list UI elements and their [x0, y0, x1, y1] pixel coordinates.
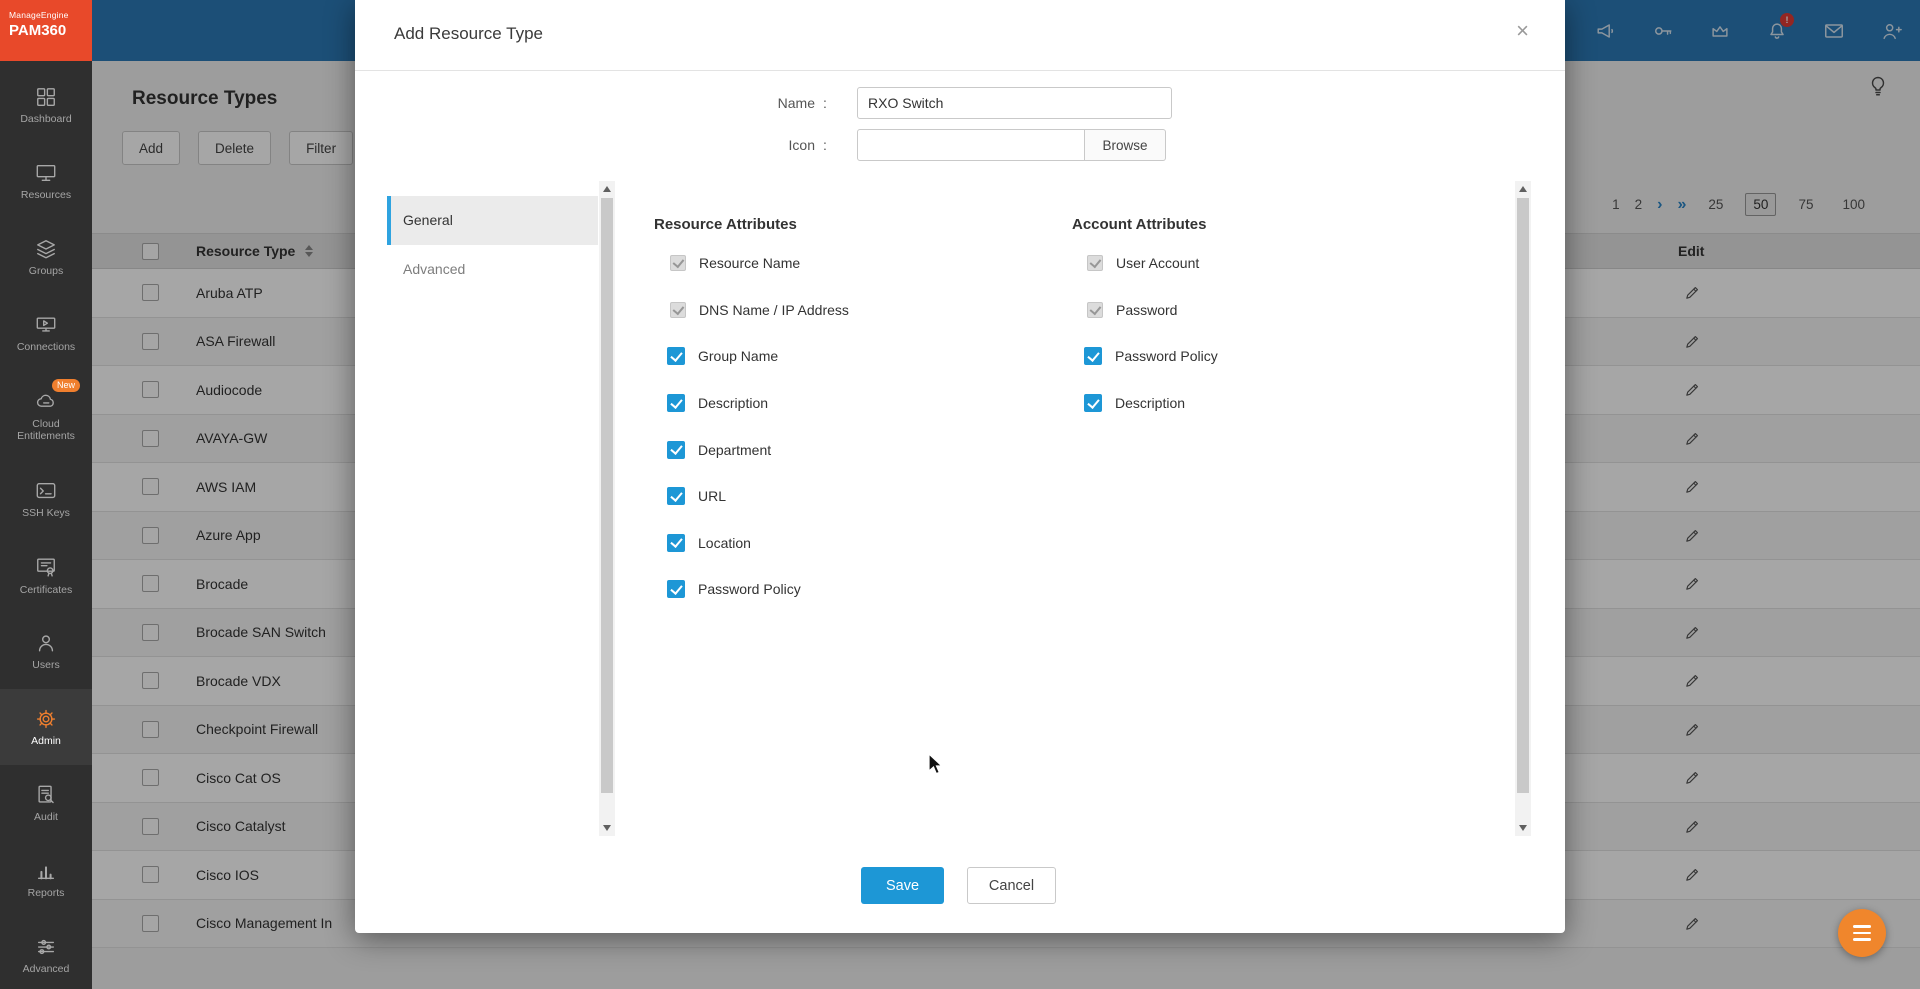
- chat-menu-fab[interactable]: [1838, 909, 1886, 957]
- close-icon[interactable]: ×: [1516, 20, 1529, 42]
- sidebar: ManageEngine PAM360 Dashboard Resources …: [0, 0, 92, 989]
- name-colon: :: [823, 95, 833, 111]
- name-input[interactable]: [857, 87, 1172, 119]
- attr-location[interactable]: Location: [667, 520, 849, 567]
- checkbox[interactable]: [667, 394, 685, 412]
- sidebar-item-connections[interactable]: Connections: [0, 295, 92, 371]
- sidebar-item-groups[interactable]: Groups: [0, 219, 92, 295]
- account-attributes-heading: Account Attributes: [1072, 216, 1206, 233]
- checkbox[interactable]: [667, 347, 685, 365]
- checkbox[interactable]: [667, 580, 685, 598]
- tab-advanced[interactable]: Advanced: [387, 245, 598, 294]
- icon-colon: :: [823, 137, 833, 153]
- dashboard-icon: [35, 86, 57, 108]
- icon-input[interactable]: [857, 129, 1085, 161]
- checkbox[interactable]: [1084, 394, 1102, 412]
- attr-account-description[interactable]: Description: [1084, 380, 1218, 427]
- attr-group-name[interactable]: Group Name: [667, 333, 849, 380]
- scroll-down-icon[interactable]: [1515, 820, 1531, 836]
- audit-icon: [35, 784, 57, 806]
- modal-actions: Save Cancel: [355, 867, 1565, 904]
- certificates-icon: [35, 555, 57, 579]
- tab-general[interactable]: General: [387, 196, 598, 245]
- new-badge: New: [52, 379, 80, 392]
- brand-product: PAM360: [9, 22, 92, 39]
- icon-row: Icon : Browse: [675, 129, 1166, 161]
- sidebar-item-advanced[interactable]: Advanced: [0, 917, 92, 989]
- brand-logo[interactable]: ManageEngine PAM360: [0, 0, 92, 61]
- scrollbar-thumb[interactable]: [601, 198, 613, 793]
- advanced-icon: [35, 936, 57, 958]
- inner-scrollbar-right[interactable]: [1515, 181, 1531, 836]
- sidebar-item-certificates[interactable]: Certificates: [0, 537, 92, 613]
- sidebar-item-admin[interactable]: Admin: [0, 689, 92, 765]
- checkbox[interactable]: [667, 534, 685, 552]
- scrollbar-thumb[interactable]: [1517, 198, 1529, 793]
- checkbox[interactable]: [667, 441, 685, 459]
- app-root: ManageEngine PAM360 Dashboard Resources …: [0, 0, 1920, 989]
- resource-attributes-list: Resource Name DNS Name / IP Address Grou…: [667, 240, 849, 613]
- resource-attributes-heading: Resource Attributes: [654, 216, 797, 233]
- resources-icon: [35, 162, 57, 184]
- attr-user-account[interactable]: User Account: [1084, 240, 1218, 287]
- save-button[interactable]: Save: [861, 867, 944, 904]
- brand-company: ManageEngine: [9, 10, 92, 20]
- connections-icon: [35, 314, 57, 336]
- modal-tabs: General Advanced: [387, 196, 598, 294]
- icon-label: Icon: [675, 137, 815, 153]
- attr-resource-name[interactable]: Resource Name: [667, 240, 849, 287]
- account-attributes-list: User Account Password Password Policy De…: [1084, 240, 1218, 426]
- sidebar-nav: Dashboard Resources Groups Connections N…: [0, 61, 92, 989]
- name-label: Name: [675, 95, 815, 111]
- modal-title: Add Resource Type: [394, 24, 543, 44]
- sidebar-item-audit[interactable]: Audit: [0, 765, 92, 841]
- ssh-keys-icon: [35, 480, 57, 502]
- add-resource-type-modal: Add Resource Type × Name : Icon : Browse…: [355, 0, 1565, 933]
- cloud-entitlements-icon: [34, 391, 58, 413]
- sidebar-item-dashboard[interactable]: Dashboard: [0, 67, 92, 143]
- attr-url[interactable]: URL: [667, 473, 849, 520]
- sidebar-item-reports[interactable]: Reports: [0, 841, 92, 917]
- groups-icon: [35, 238, 57, 260]
- sidebar-item-users[interactable]: Users: [0, 613, 92, 689]
- sidebar-item-ssh-keys[interactable]: SSH Keys: [0, 461, 92, 537]
- attr-department[interactable]: Department: [667, 426, 849, 473]
- checkbox[interactable]: [1084, 347, 1102, 365]
- checkbox[interactable]: [670, 255, 686, 271]
- sidebar-item-resources[interactable]: Resources: [0, 143, 92, 219]
- checkbox[interactable]: [667, 487, 685, 505]
- inner-scrollbar-left[interactable]: [599, 181, 615, 836]
- attr-description[interactable]: Description: [667, 380, 849, 427]
- browse-button[interactable]: Browse: [1085, 129, 1166, 161]
- name-row: Name :: [675, 87, 1172, 119]
- attr-dns-name-ip[interactable]: DNS Name / IP Address: [667, 287, 849, 334]
- reports-icon: [35, 860, 57, 882]
- modal-header: Add Resource Type ×: [355, 0, 1565, 71]
- cancel-button[interactable]: Cancel: [967, 867, 1056, 904]
- attr-password[interactable]: Password: [1084, 287, 1218, 334]
- gear-icon: [35, 708, 57, 730]
- checkbox[interactable]: [670, 302, 686, 318]
- attr-account-password-policy[interactable]: Password Policy: [1084, 333, 1218, 380]
- checkbox[interactable]: [1087, 255, 1103, 271]
- scroll-up-icon[interactable]: [1515, 181, 1531, 197]
- scroll-up-icon[interactable]: [599, 181, 615, 197]
- attr-password-policy[interactable]: Password Policy: [667, 566, 849, 613]
- checkbox[interactable]: [1087, 302, 1103, 318]
- sidebar-item-cloud-entitlements[interactable]: New Cloud Entitlements: [0, 371, 92, 461]
- scroll-down-icon[interactable]: [599, 820, 615, 836]
- users-icon: [35, 632, 57, 654]
